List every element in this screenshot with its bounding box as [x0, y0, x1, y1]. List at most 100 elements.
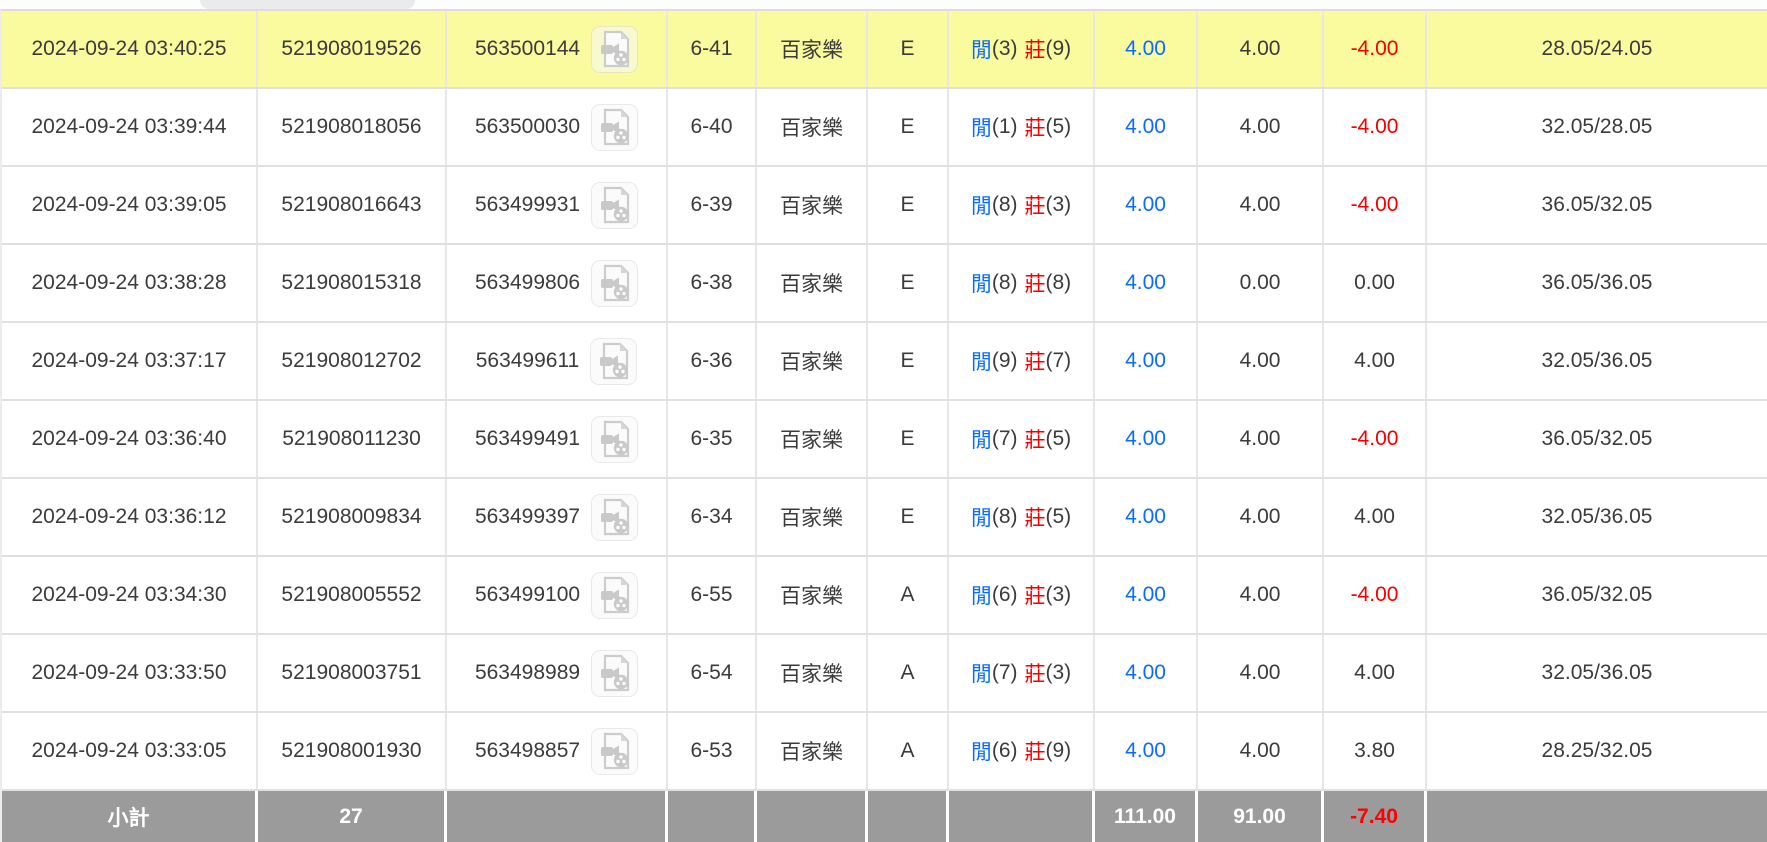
- banker-label: 莊: [1025, 346, 1046, 376]
- cell-bet-id: 521908009834: [258, 479, 447, 555]
- round-id-text: 563500030: [475, 115, 580, 139]
- cell-bet-amount: 4.00: [1095, 89, 1198, 165]
- video-file-icon: [598, 108, 632, 146]
- round-id-text: 563498857: [475, 739, 580, 763]
- player-label: 閒: [971, 502, 992, 532]
- cell-game-result: 閒(3)莊(9): [949, 11, 1095, 87]
- round-id-text: 563499397: [475, 505, 580, 529]
- subtotal-empty-balance: [1427, 791, 1767, 842]
- cell-game-name: 百家樂: [757, 11, 868, 87]
- cell-bet-id: 521908018056: [258, 89, 447, 165]
- cell-valid-bet: 4.00: [1198, 557, 1324, 633]
- player-score: (7): [992, 427, 1018, 451]
- cell-round-number: 6-35: [668, 401, 757, 477]
- cell-bet-id: 521908012702: [258, 323, 447, 399]
- cell-balance: 36.05/36.05: [1427, 245, 1767, 321]
- cell-game-result: 閒(1)莊(5): [949, 89, 1095, 165]
- video-file-icon: [598, 264, 632, 302]
- cell-win-loss: 4.00: [1324, 635, 1427, 711]
- cell-balance: 36.05/32.05: [1427, 557, 1767, 633]
- bet-history-row[interactable]: 2024-09-24 03:39:05 521908016643 5634999…: [2, 167, 1767, 245]
- bet-history-row[interactable]: 2024-09-24 03:34:30 521908005552 5634991…: [2, 557, 1767, 635]
- cell-win-loss: -4.00: [1324, 89, 1427, 165]
- cell-bet-amount: 4.00: [1095, 557, 1198, 633]
- video-replay-button[interactable]: [591, 650, 638, 697]
- cell-round-number: 6-55: [668, 557, 757, 633]
- cell-settle-time: 2024-09-24 03:37:17: [2, 323, 258, 399]
- cell-settle-time: 2024-09-24 03:36:12: [2, 479, 258, 555]
- bet-history-row[interactable]: 2024-09-24 03:40:25 521908019526 5635001…: [2, 11, 1767, 89]
- video-replay-button[interactable]: [591, 182, 638, 229]
- banker-label: 莊: [1025, 424, 1046, 454]
- bet-history-table: 2024-09-24 03:40:25 521908019526 5635001…: [0, 9, 1767, 842]
- banker-label: 莊: [1025, 502, 1046, 532]
- cell-bet-amount: 4.00: [1095, 713, 1198, 789]
- video-file-icon: [598, 186, 632, 224]
- cell-balance: 32.05/36.05: [1427, 323, 1767, 399]
- banker-score: (3): [1046, 193, 1072, 217]
- cell-settle-time: 2024-09-24 03:39:05: [2, 167, 258, 243]
- video-replay-button[interactable]: [591, 728, 638, 775]
- bet-history-row[interactable]: 2024-09-24 03:38:28 521908015318 5634998…: [2, 245, 1767, 323]
- cell-round-number: 6-36: [668, 323, 757, 399]
- bet-history-row[interactable]: 2024-09-24 03:36:40 521908011230 5634994…: [2, 401, 1767, 479]
- cell-game-name: 百家樂: [757, 401, 868, 477]
- player-label: 閒: [971, 736, 992, 766]
- round-id-text: 563500144: [475, 37, 580, 61]
- video-file-icon: [598, 654, 632, 692]
- cell-game-name: 百家樂: [757, 167, 868, 243]
- video-replay-button[interactable]: [591, 572, 638, 619]
- video-replay-button[interactable]: [591, 26, 638, 73]
- cell-game-name: 百家樂: [757, 245, 868, 321]
- round-id-text: 563499806: [475, 271, 580, 295]
- cell-win-loss: 4.00: [1324, 323, 1427, 399]
- cell-game-result: 閒(8)莊(5): [949, 479, 1095, 555]
- cell-round-number: 6-54: [668, 635, 757, 711]
- cell-game-name: 百家樂: [757, 713, 868, 789]
- cell-game-name: 百家樂: [757, 323, 868, 399]
- cell-bet-id: 521908019526: [258, 11, 447, 87]
- cell-balance: 32.05/28.05: [1427, 89, 1767, 165]
- banker-score: (7): [1046, 349, 1072, 373]
- subtotal-row: 小計 27 111.00 91.00 -7.40: [2, 791, 1767, 842]
- cell-table-code: E: [868, 479, 949, 555]
- cell-bet-id: 521908003751: [258, 635, 447, 711]
- bet-history-row[interactable]: 2024-09-24 03:39:44 521908018056 5635000…: [2, 89, 1767, 167]
- bet-history-row[interactable]: 2024-09-24 03:37:17 521908012702 5634996…: [2, 323, 1767, 401]
- cell-round-id: 563499397: [447, 479, 668, 555]
- bet-history-row[interactable]: 2024-09-24 03:36:12 521908009834 5634993…: [2, 479, 1767, 557]
- cell-valid-bet: 0.00: [1198, 245, 1324, 321]
- video-replay-button[interactable]: [591, 494, 638, 541]
- cell-balance: 28.05/24.05: [1427, 11, 1767, 87]
- banker-label: 莊: [1025, 268, 1046, 298]
- cell-win-loss: 0.00: [1324, 245, 1427, 321]
- video-replay-button[interactable]: [591, 104, 638, 151]
- cell-game-result: 閒(8)莊(8): [949, 245, 1095, 321]
- bet-history-row[interactable]: 2024-09-24 03:33:05 521908001930 5634988…: [2, 713, 1767, 791]
- cell-settle-time: 2024-09-24 03:38:28: [2, 245, 258, 321]
- player-label: 閒: [971, 112, 992, 142]
- cell-game-name: 百家樂: [757, 89, 868, 165]
- banker-label: 莊: [1025, 112, 1046, 142]
- cell-win-loss: 3.80: [1324, 713, 1427, 789]
- banker-label: 莊: [1025, 580, 1046, 610]
- player-score: (1): [992, 115, 1018, 139]
- subtotal-win-loss-total: -7.40: [1324, 791, 1427, 842]
- player-score: (9): [992, 349, 1018, 373]
- cell-game-name: 百家樂: [757, 557, 868, 633]
- cell-valid-bet: 4.00: [1198, 167, 1324, 243]
- cell-round-number: 6-40: [668, 89, 757, 165]
- cell-round-id: 563499491: [447, 401, 668, 477]
- cell-bet-id: 521908015318: [258, 245, 447, 321]
- player-label: 閒: [971, 580, 992, 610]
- subtotal-label: 小計: [2, 791, 258, 842]
- video-replay-button[interactable]: [591, 260, 638, 307]
- video-replay-button[interactable]: [590, 338, 637, 385]
- cell-bet-amount: 4.00: [1095, 323, 1198, 399]
- round-id-text: 563498989: [475, 661, 580, 685]
- bet-history-row[interactable]: 2024-09-24 03:33:50 521908003751 5634989…: [2, 635, 1767, 713]
- subtotal-empty-table: [868, 791, 949, 842]
- video-replay-button[interactable]: [591, 416, 638, 463]
- cell-game-result: 閒(7)莊(3): [949, 635, 1095, 711]
- cell-round-id: 563498989: [447, 635, 668, 711]
